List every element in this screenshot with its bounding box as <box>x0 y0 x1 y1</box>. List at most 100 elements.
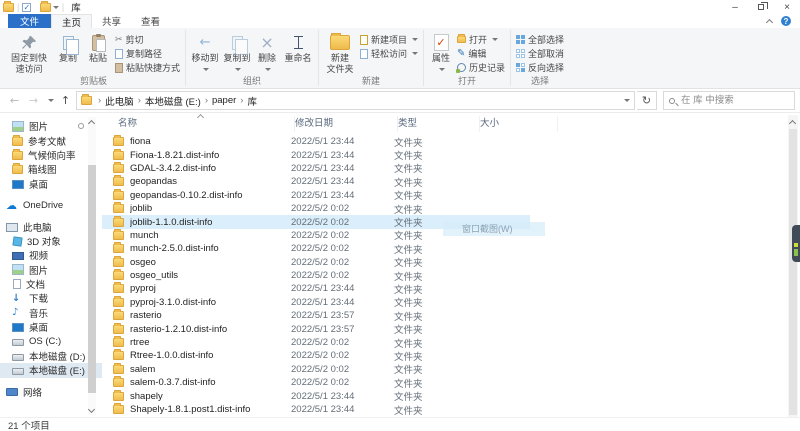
sidebar-item[interactable]: 箱线图 <box>0 162 102 176</box>
tab-share[interactable]: 共享 <box>92 14 131 28</box>
table-row[interactable]: rasterio-1.2.10.dist-info 2022/5/1 23:57… <box>102 322 530 335</box>
help-icon[interactable]: ? <box>781 16 791 26</box>
sidebar-item[interactable]: 此电脑 <box>0 219 102 233</box>
scroll-up-icon[interactable] <box>88 120 95 127</box>
select-none-button[interactable]: 全部取消 <box>514 47 566 60</box>
table-row[interactable]: Fiona-1.8.21.dist-info 2022/5/1 23:44 文件… <box>102 148 530 161</box>
edge-docked-widget[interactable] <box>792 225 800 262</box>
edit-button[interactable]: ✎编辑 <box>455 47 507 60</box>
back-button[interactable]: ← <box>6 94 23 107</box>
tab-home[interactable]: 主页 <box>51 14 92 28</box>
sidebar-item[interactable]: 3D 对象 <box>0 234 102 248</box>
breadcrumb-item[interactable]: paper <box>212 95 236 106</box>
recent-locations-caret[interactable] <box>44 95 55 107</box>
delete-button[interactable]: × 删除 <box>253 31 281 75</box>
scrollbar-thumb[interactable] <box>789 129 797 415</box>
search-box[interactable] <box>663 91 795 110</box>
search-input[interactable] <box>679 94 789 107</box>
column-header-size[interactable]: 大小 <box>480 116 558 132</box>
sidebar-item[interactable]: 视频 <box>0 248 102 262</box>
sidebar-item[interactable]: 音乐 <box>0 306 102 320</box>
list-scrollbar[interactable] <box>788 115 798 417</box>
breadcrumb-item[interactable]: 此电脑 <box>105 94 134 108</box>
scroll-up-icon[interactable] <box>789 120 796 127</box>
table-row[interactable]: fiona 2022/5/1 23:44 文件夹 <box>102 135 530 148</box>
column-header-name[interactable]: 名称 <box>118 116 295 132</box>
table-row[interactable]: osgeo 2022/5/2 0:02 文件夹 <box>102 256 530 269</box>
table-row[interactable]: joblib 2022/5/2 0:02 文件夹 <box>102 202 530 215</box>
sidebar-item[interactable]: 气候倾向率 <box>0 148 102 162</box>
copy-path-button[interactable]: 复制路径 <box>113 47 182 60</box>
table-row[interactable]: osgeo_utils 2022/5/2 0:02 文件夹 <box>102 269 530 282</box>
table-row[interactable]: GDAL-3.4.2.dist-info 2022/5/1 23:44 文件夹 <box>102 162 530 175</box>
rename-button[interactable]: 重命名 <box>281 31 315 65</box>
paste-shortcut-button[interactable]: 粘贴快捷方式 <box>113 61 182 74</box>
scrollbar-thumb[interactable] <box>88 165 96 393</box>
table-row[interactable]: salem 2022/5/2 0:02 文件夹 <box>102 363 530 376</box>
copy-to-button[interactable]: 复制到 <box>221 31 253 75</box>
sidebar-item[interactable]: 本地磁盘 (E:) <box>0 363 102 377</box>
close-button[interactable]: × <box>774 0 800 14</box>
table-row[interactable]: Rtree-1.0.0.dist-info 2022/5/2 0:02 文件夹 <box>102 349 530 362</box>
properties-quick-icon[interactable]: ✓ <box>22 3 31 12</box>
tab-file[interactable]: 文件 <box>8 14 51 28</box>
restore-button[interactable] <box>748 0 774 14</box>
rename-icon <box>294 36 303 49</box>
invert-selection-button[interactable]: 反向选择 <box>514 61 566 74</box>
open-button[interactable]: 打开 <box>455 33 507 46</box>
sidebar-scrollbar[interactable] <box>88 117 96 415</box>
copy-button[interactable]: 复制 <box>53 31 83 65</box>
column-header-type[interactable]: 类型 <box>398 116 480 132</box>
grid-cell <box>521 63 525 67</box>
sidebar-item[interactable]: 网络 <box>0 385 102 399</box>
select-all-button[interactable]: 全部选择 <box>514 33 566 46</box>
file-name: salem <box>130 364 291 375</box>
cut-button[interactable]: ✂剪切 <box>113 33 182 46</box>
file-type: 文件夹 <box>394 148 484 162</box>
table-row[interactable]: Shapely-1.8.1.post1.dist-info 2022/5/1 2… <box>102 403 530 416</box>
up-button[interactable]: ↑ <box>57 94 74 107</box>
history-button[interactable]: 历史记录 <box>455 61 507 74</box>
table-row[interactable]: rtree 2022/5/2 0:02 文件夹 <box>102 336 530 349</box>
scroll-down-icon[interactable] <box>88 406 95 413</box>
address-dropdown-caret[interactable] <box>622 95 630 106</box>
sidebar-item[interactable]: OneDrive <box>0 198 102 212</box>
table-row[interactable]: salem-0.3.7.dist-info 2022/5/2 0:02 文件夹 <box>102 376 530 389</box>
table-row[interactable]: rasterio 2022/5/1 23:57 文件夹 <box>102 309 530 322</box>
sidebar-item[interactable]: 桌面 <box>0 320 102 334</box>
table-row[interactable]: munch-2.5.0.dist-info 2022/5/2 0:02 文件夹 <box>102 242 530 255</box>
column-header-date[interactable]: 修改日期 <box>295 116 398 132</box>
sidebar-item[interactable]: 参考文献 <box>0 133 102 147</box>
table-row[interactable]: geopandas 2022/5/1 23:44 文件夹 <box>102 175 530 188</box>
new-folder-quick-icon[interactable] <box>40 3 51 12</box>
sidebar-item[interactable]: OS (C:) <box>0 334 102 348</box>
sidebar-item[interactable]: 下载 <box>0 291 102 305</box>
sidebar-item[interactable]: 桌面 <box>0 177 102 191</box>
new-folder-button[interactable]: 新建 文件夹 <box>322 31 358 75</box>
quick-access-toolbar-caret[interactable] <box>53 6 59 9</box>
file-date-modified: 2022/5/2 0:02 <box>291 350 394 361</box>
table-row[interactable]: shapely 2022/5/1 23:44 文件夹 <box>102 389 530 402</box>
paste-button[interactable]: 粘贴 <box>83 31 113 65</box>
pin-to-quick-access-button[interactable]: 固定到快 速访问 <box>5 31 53 75</box>
table-row[interactable]: pyproj-3.1.0.dist-info 2022/5/1 23:44 文件… <box>102 296 530 309</box>
table-row[interactable]: geopandas-0.10.2.dist-info 2022/5/1 23:4… <box>102 189 530 202</box>
sidebar-item[interactable]: 图片 <box>0 119 102 133</box>
forward-button[interactable]: → <box>25 94 42 107</box>
new-item-button[interactable]: 新建项目 <box>358 33 420 46</box>
breadcrumb-item[interactable]: 本地磁盘 (E:) <box>145 94 201 108</box>
properties-button[interactable]: ✓ 属性 <box>427 31 455 75</box>
minimize-button[interactable]: – <box>722 0 748 14</box>
breadcrumb[interactable]: 此电脑 本地磁盘 (E:) paper 库 <box>76 91 635 110</box>
easy-access-button[interactable]: 轻松访问 <box>358 47 420 60</box>
move-to-button[interactable]: ← 移动到 <box>189 31 221 75</box>
refresh-button[interactable]: ↻ <box>637 91 657 110</box>
sidebar-item[interactable]: 本地磁盘 (D:) <box>0 349 102 363</box>
sidebar-item[interactable]: 文档 <box>0 277 102 291</box>
sidebar-item-label: 参考文献 <box>28 134 66 148</box>
sidebar-item[interactable]: 图片 <box>0 263 102 277</box>
collapse-ribbon-icon[interactable] <box>766 18 773 25</box>
table-row[interactable]: pyproj 2022/5/1 23:44 文件夹 <box>102 282 530 295</box>
tab-view[interactable]: 查看 <box>131 14 170 28</box>
breadcrumb-item[interactable]: 库 <box>247 94 257 108</box>
